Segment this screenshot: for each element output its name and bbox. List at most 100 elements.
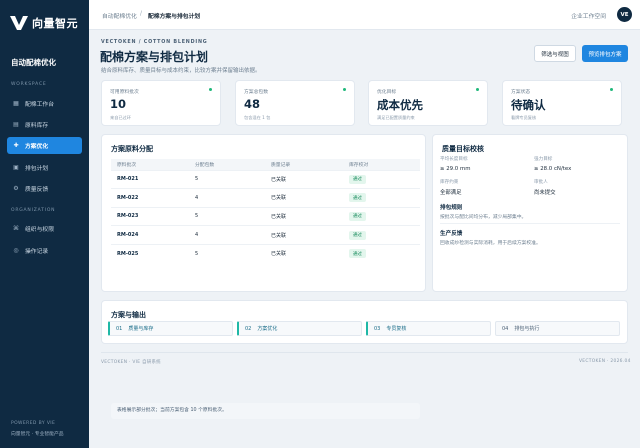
table-row[interactable]: RM-021 5 已关联 通过 [111,169,420,189]
field-label: 库存约束 [440,180,459,185]
bag-count: 4 [189,188,265,208]
step-label: 质量与库存 [128,326,154,332]
bag-count: 5 [189,243,265,263]
quality-panel-title: 质量目标校核 [442,145,484,153]
stat-label: 方案状态 [511,90,531,95]
step-optimization[interactable]: 02 方案优化 [237,321,362,336]
batch-code: RM-025 [111,243,189,263]
batch-code: RM-024 [111,225,189,245]
sidebar-item-permissions[interactable]: ⌘ 组织与权限 [7,220,82,237]
status-badge: 通过 [349,211,366,221]
users-icon: ⌘ [13,225,19,232]
history-icon: ◎ [13,247,19,254]
stat-card-bags: 方案总包数 48 包含混在 1 包 [235,80,355,126]
sidebar-item-quality-feedback[interactable]: ⚙ 质量反馈 [7,180,82,197]
preview-packing-button[interactable]: 预览排包方案 [582,45,628,62]
sidebar-item-label: 排包计划 [25,166,49,172]
step-number: 03 [374,325,381,332]
status-dot-icon [343,88,346,91]
materials-table: 原料批次 分配包数 质量记录 库存校对 RM-021 5 已关联 通过 RM-0… [111,159,420,263]
top-bar: 自动配棉优化 / 配棉方案与排包计划 企业工作空间 VE [89,0,640,30]
step-number: 01 [116,325,123,332]
page-subtitle: 结合原料库存、质量目标与成本约束，比较方案并保留输出依据。 [101,68,261,74]
stat-note: 满足已配置质量约束 [377,115,415,120]
status-badge: 通过 [349,249,366,259]
field-value: 全部满足 [440,190,462,196]
step-execution[interactable]: 04 排包与执行 [495,321,620,336]
materials-panel-title: 方案原料分配 [111,145,153,153]
field-label: 审批人 [534,180,548,185]
stat-card-status: 方案状态 待确认 看牌专员复核 [502,80,622,126]
column-header-bags: 分配包数 [189,159,265,170]
page-eyebrow: VECTOKEN / COTTON BLENDING [101,40,208,45]
sidebar: 向量智元 自动配棉优化 WORKSPACE ▦ 配棉工作台 ▤ 原料库存 ✚ 方… [0,0,89,448]
column-header-quality: 质量记录 [265,159,343,170]
powered-by: POWERED BY VIE [11,421,56,426]
step-review[interactable]: 03 专员复核 [366,321,491,336]
stat-value: 10 [110,97,127,111]
batch-code: RM-023 [111,206,189,226]
filter-view-button[interactable]: 筛选与视图 [534,45,576,62]
calendar-icon: ▣ [13,164,19,171]
batch-code: RM-021 [111,169,189,189]
avatar[interactable]: VE [617,7,632,22]
step-number: 02 [245,325,252,332]
sidebar-item-label: 配棉工作台 [25,102,54,108]
stat-note: 来自已过环 [110,115,131,120]
sidebar-item-optimization[interactable]: ✚ 方案优化 [7,137,82,154]
status-badge: 通过 [349,193,366,203]
output-panel-title: 方案与输出 [111,311,146,319]
sidebar-item-operation-log[interactable]: ◎ 操作记录 [7,242,82,259]
status-badge: 通过 [349,230,366,240]
feedback-heading: 生产反馈 [440,231,463,237]
quality-record: 已关联 [265,206,343,226]
sidebar-item-inventory[interactable]: ▤ 原料库存 [7,116,82,133]
bag-count: 5 [189,206,265,226]
stat-value: 待确认 [511,98,546,112]
bag-count: 5 [189,169,265,189]
page-title: 配棉方案与排包计划 [100,50,209,64]
table-row[interactable]: RM-023 5 已关联 通过 [111,206,420,226]
table-row[interactable]: RM-025 5 已关联 通过 [111,243,420,263]
breadcrumb-current: 配棉方案与排包计划 [148,14,201,20]
quality-record: 已关联 [265,188,343,208]
sidebar-item-label: 质量反馈 [25,187,49,193]
field-value: ≥ 29.0 mm [440,166,471,172]
plus-icon: ✚ [13,142,19,149]
stat-value: 48 [244,97,261,111]
workspace-switcher[interactable]: 企业工作空间 [571,11,606,20]
table-row[interactable]: RM-024 4 已关联 通过 [111,225,420,245]
stat-label: 方案总包数 [244,90,268,95]
stat-value: 成本优先 [377,98,423,112]
step-quality-inventory[interactable]: 01 质量与库存 [108,321,233,336]
field-value: 尚未提交 [534,190,556,196]
footer-left: VECTOKEN · VIE 自研系统 [101,360,161,365]
field-label: 强力目标 [534,157,553,162]
powered-by-subtitle: 向量智元 · 专业智能产品 [11,432,64,437]
workspace-section-label: WORKSPACE [11,82,47,87]
footer-right: VECTOKEN · 2026.04 [579,359,631,364]
status-dot-icon [610,88,613,91]
table-header-row: 原料批次 分配包数 质量记录 库存校对 [111,159,420,170]
brand-logo[interactable]: 向量智元 [10,15,78,31]
batch-code: RM-022 [111,188,189,208]
stat-card-goal: 优化目标 成本优先 满足已配置质量约束 [368,80,488,126]
step-label: 排包与执行 [514,326,540,332]
step-label: 专员复核 [386,326,407,332]
breadcrumb-parent[interactable]: 自动配棉优化 [102,11,137,20]
gear-icon: ⚙ [13,185,19,192]
sidebar-item-workbench[interactable]: ▦ 配棉工作台 [7,95,82,112]
quality-record: 已关联 [265,243,343,263]
sidebar-item-label: 操作记录 [25,249,49,255]
sidebar-item-packing-plan[interactable]: ▣ 排包计划 [7,159,82,176]
step-label: 方案优化 [257,326,278,332]
sidebar-item-label: 方案优化 [25,144,49,150]
bag-count: 4 [189,225,265,245]
status-dot-icon [209,88,212,91]
table-footnote: 表格展示部分批次；当前方案包含 10 个原料批次。 [111,403,420,419]
vectoken-logo-icon [10,16,28,30]
stat-note: 包含混在 1 包 [244,115,271,120]
table-row[interactable]: RM-022 4 已关联 通过 [111,188,420,208]
breadcrumb-separator: / [140,11,142,17]
column-header-batch: 原料批次 [111,159,189,170]
